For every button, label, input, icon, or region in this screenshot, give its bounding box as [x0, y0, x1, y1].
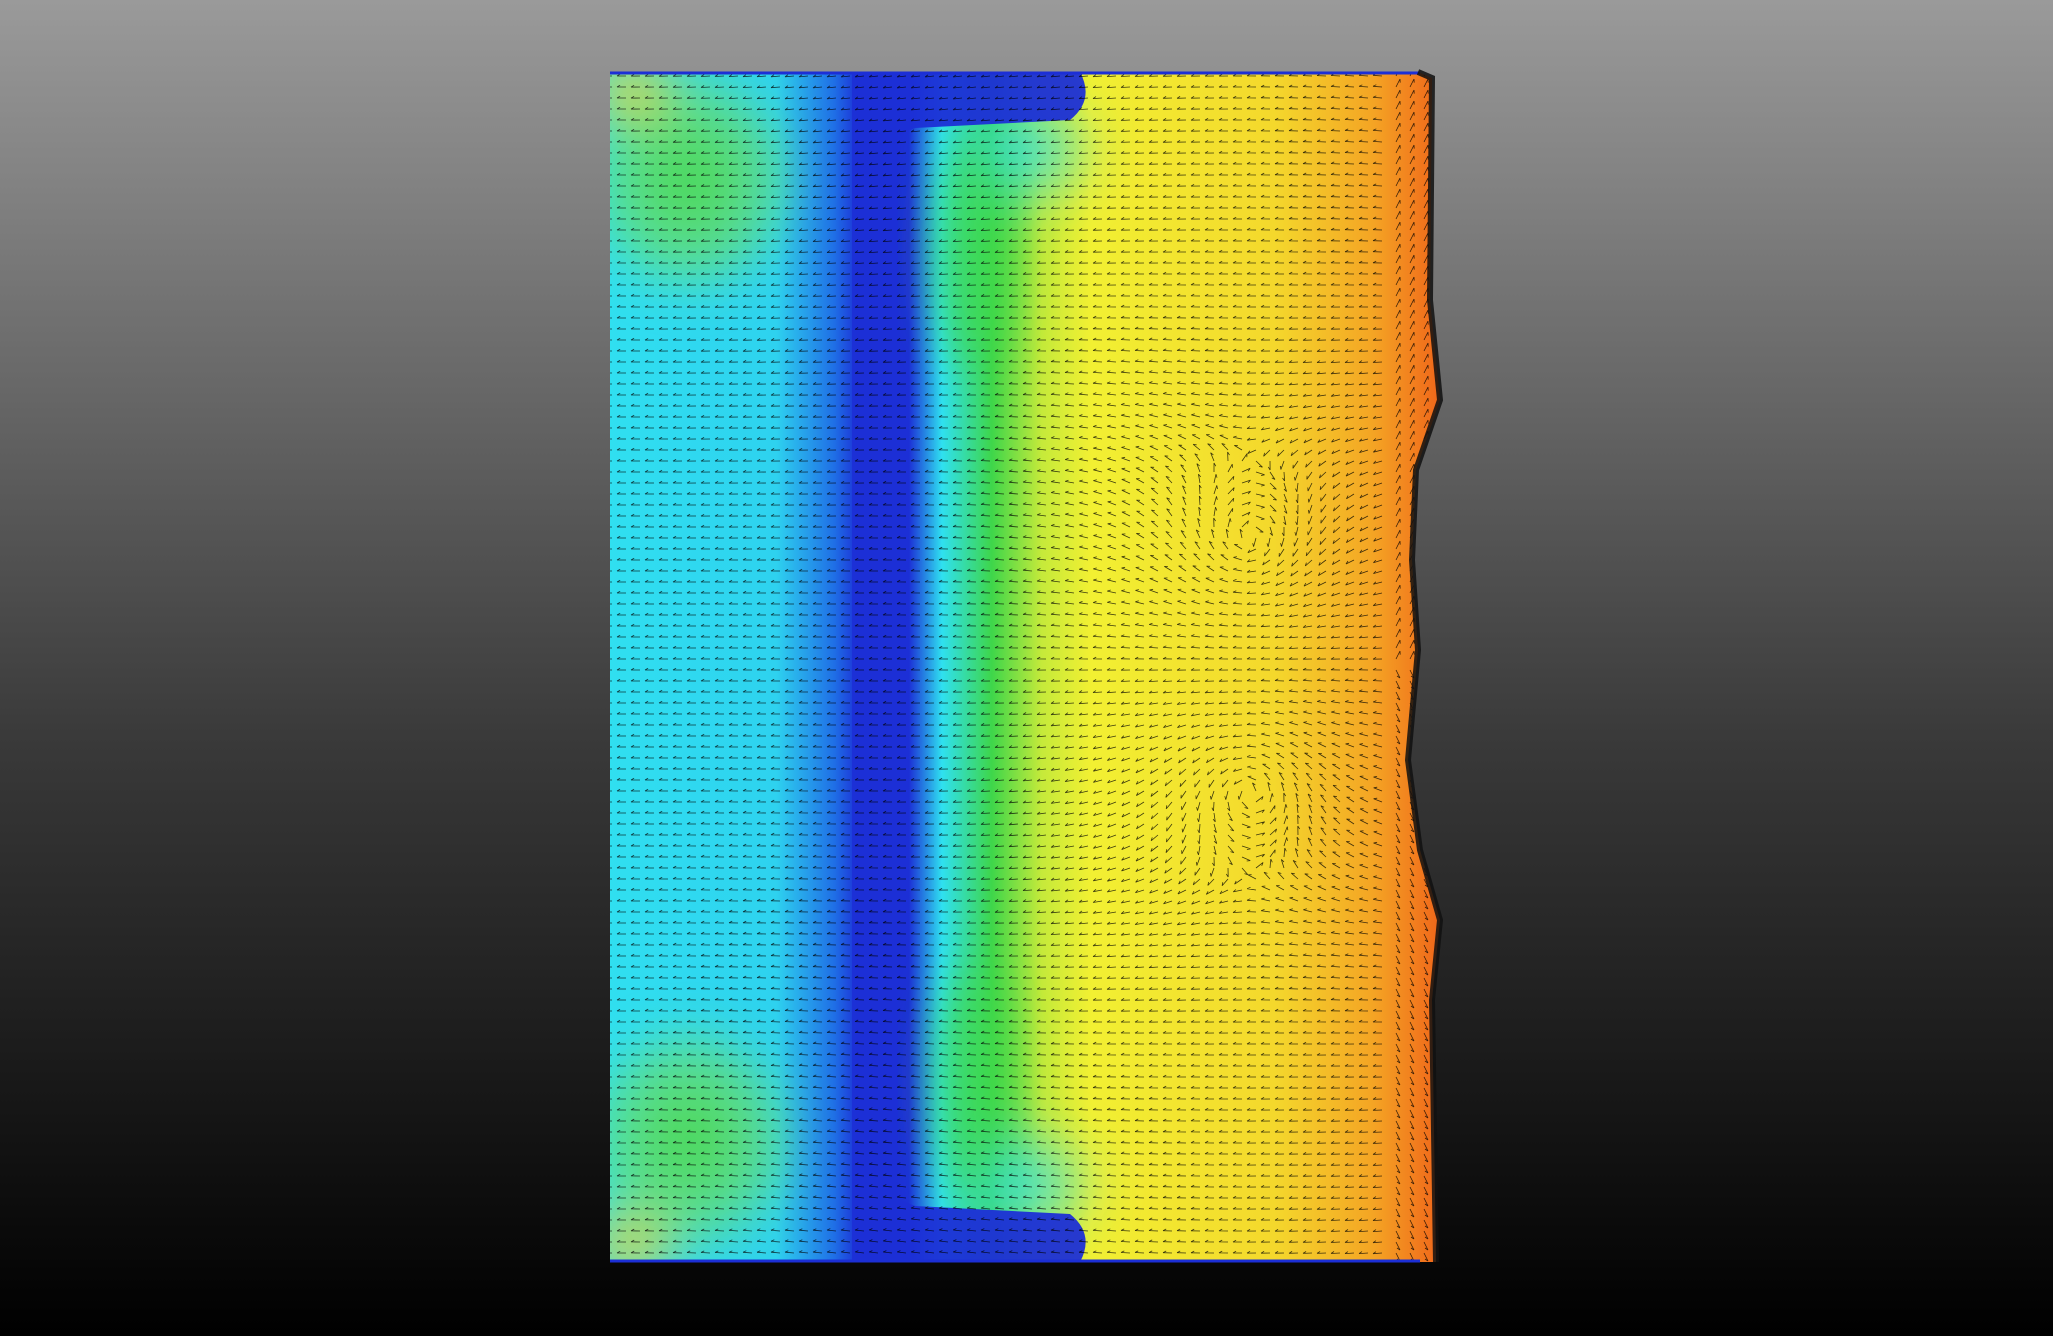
- render-viewport[interactable]: [0, 0, 2053, 1336]
- flow-domain: [610, 72, 1440, 1262]
- cfd-velocity-field: [0, 0, 2053, 1336]
